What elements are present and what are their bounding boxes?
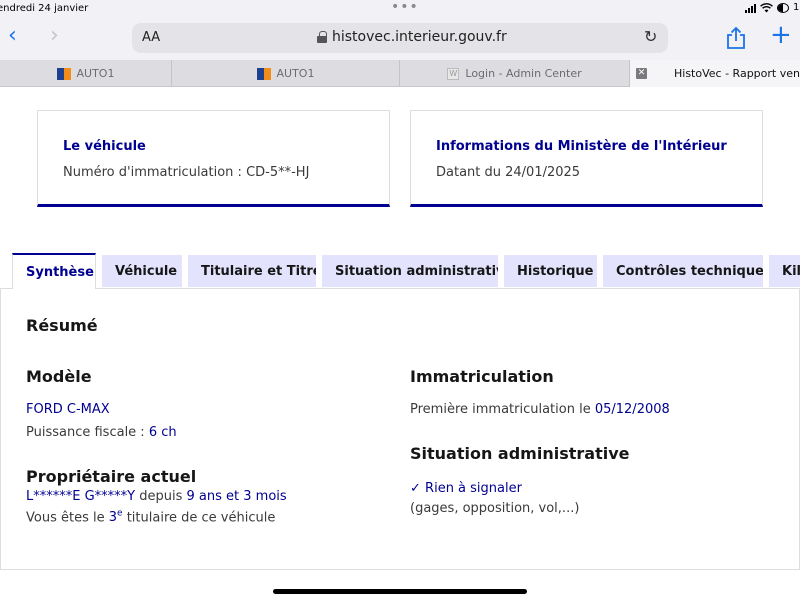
owner-rank-ordinal: e [117,509,123,519]
tab-label: Véhicule [115,263,178,279]
owner-rank-number-value: 3 [108,510,118,526]
owner-name: L******E G*****Y [26,489,136,504]
browser-tab-auto1-1[interactable]: AUTO1 [0,60,172,87]
tab-label: Kil [782,263,800,279]
cellular-signal-icon [745,3,756,13]
report-date: Datant du 24/01/2025 [436,165,581,180]
address-bar[interactable]: AA histovec.interieur.gouv.fr ↻ [132,23,668,53]
tab-label: Situation administrative [335,263,498,279]
lock-icon [317,31,327,43]
ministry-card-title: Informations du Ministère de l'Intérieur [436,139,727,154]
registration-number: Numéro d'immatriculation : CD-5**-HJ [63,165,310,180]
tab-situation[interactable]: Situation administrative [322,255,498,287]
tab-historique[interactable]: Historique [504,255,597,287]
close-tab-icon[interactable]: ✕ [636,68,647,79]
admin-status-heading: Situation administrative [410,444,630,463]
fiscal-power: Puissance fiscale : 6 ch [26,425,177,440]
multitasking-dots-icon[interactable]: ••• [391,0,419,14]
status-indicators: 10 [745,2,800,13]
admin-status-text: Rien à signaler [425,481,522,496]
browser-tab-auto1-2[interactable]: AUTO1 [172,60,400,87]
first-registration: Première immatriculation le 05/12/2008 [410,402,670,417]
text-size-button[interactable]: AA [142,30,160,45]
model-name: FORD C-MAX [26,402,110,417]
new-tab-button[interactable]: + [770,21,792,49]
tab-kilometrage[interactable]: Kil [769,255,800,287]
model-heading: Modèle [26,367,92,386]
summary-heading: Résumé [26,316,98,335]
status-date: endredi 24 janvier [0,3,89,14]
browser-tab-label: AUTO1 [276,67,315,80]
browser-tab-histovec[interactable]: HistoVec - Rapport vend [630,60,800,87]
owner-duration: 9 ans et 3 mois [186,489,287,504]
tab-synthese[interactable]: Synthèse [12,253,96,289]
report-tabs: Synthèse Véhicule Titulaire et Titre Sit… [0,253,800,289]
owner-rank: Vous êtes le 3e titulaire de ce véhicule [26,509,275,525]
first-registration-label: Première immatriculation le [410,402,591,417]
owner-since-label: depuis [139,489,183,504]
status-bar: endredi 24 janvier ••• 10 [0,0,800,18]
registration-heading: Immatriculation [410,367,554,386]
text-size-label: AA [142,30,161,45]
browser-tab-strip: AUTO1 AUTO1 W Login - Admin Center Histo… [0,60,800,87]
url-text[interactable]: histovec.interieur.gouv.fr [332,29,507,45]
wifi-icon [760,2,773,12]
home-indicator[interactable] [273,589,527,594]
owner-heading: Propriétaire actuel [26,467,197,486]
tab-label: Synthèse [26,264,94,280]
auto1-favicon [56,67,71,80]
checkmark-icon: ✓ [410,481,421,496]
browser-tab-label: Login - Admin Center [465,67,582,80]
share-icon[interactable] [725,26,747,50]
battery-icon [777,2,789,13]
owner-rank-prefix: Vous êtes le [26,510,105,526]
tab-titulaire[interactable]: Titulaire et Titre [188,255,316,287]
tab-label: Contrôles techniques [616,263,763,279]
fiscal-power-label: Puissance fiscale : [26,425,145,440]
owner-line: L******E G*****Y depuis 9 ans et 3 mois [26,489,287,504]
tab-label: Titulaire et Titre [201,263,316,279]
vehicle-card: Le véhicule Numéro d'immatriculation : C… [37,110,390,207]
tab-label: Historique [517,263,594,279]
tab-controles[interactable]: Contrôles techniques [603,255,763,287]
tab-vehicule[interactable]: Véhicule [102,255,182,287]
browser-toolbar: ‹ › AA histovec.interieur.gouv.fr ↻ + [0,18,800,60]
battery-level: 10 [793,2,800,13]
forward-button[interactable]: › [50,25,59,47]
auto1-favicon [256,67,271,80]
back-button[interactable]: ‹ [8,25,17,47]
first-registration-date: 05/12/2008 [594,402,670,417]
vehicle-card-title: Le véhicule [63,139,146,154]
owner-rank-number: 3e [108,509,123,526]
ministry-card: Informations du Ministère de l'Intérieur… [410,110,763,207]
reload-icon[interactable]: ↻ [644,27,657,46]
browser-tab-label: AUTO1 [76,67,115,80]
admin-status-details: (gages, opposition, vol,...) [410,501,580,516]
fiscal-power-value: 6 ch [148,425,177,440]
admin-status-value: ✓ Rien à signaler [410,481,522,496]
browser-tab-label: HistoVec - Rapport vend [674,67,800,80]
owner-rank-suffix: titulaire de ce véhicule [126,510,276,526]
browser-tab-login[interactable]: W Login - Admin Center [400,60,630,87]
w-favicon: W [447,67,460,80]
